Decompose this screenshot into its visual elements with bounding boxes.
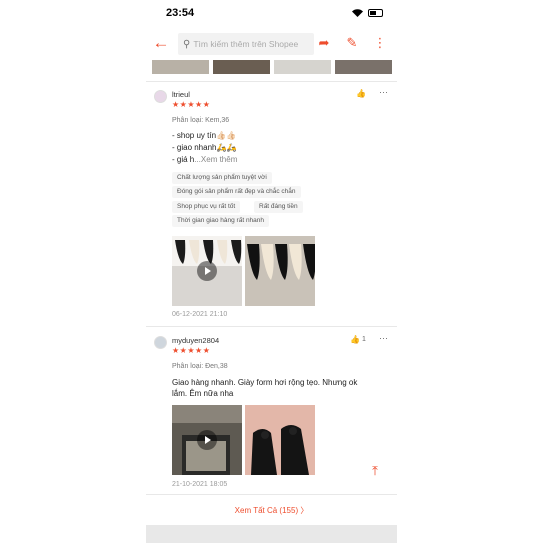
search-placeholder: Tìm kiếm thêm trên Shopee	[193, 39, 299, 49]
review-tag: Shop phục vụ rất tốt	[172, 201, 241, 213]
review-video[interactable]	[172, 405, 242, 475]
edit-icon[interactable]: ✎	[343, 34, 361, 52]
review-thumbnail[interactable]	[213, 60, 270, 74]
avatar[interactable]	[154, 336, 167, 349]
top-bar: ← ⚲ Tìm kiếm thêm trên Shopee ➦ ✎ ⋮	[146, 28, 397, 60]
back-arrow-icon[interactable]: ←	[151, 33, 171, 53]
review-tag: Đóng gói sản phẩm rất đẹp và chắc chắn	[172, 186, 301, 198]
divider	[146, 494, 397, 495]
review-image[interactable]	[245, 236, 315, 306]
comment-line: - giá h...Xem thêm	[172, 155, 238, 164]
see-more-link[interactable]: ...Xem thêm	[194, 155, 237, 164]
share-icon[interactable]: ➦	[315, 34, 333, 52]
review-username: ltrieul	[172, 90, 190, 99]
review-tag: Chất lượng sản phẩm tuyệt vời	[172, 172, 272, 184]
previous-review-images	[152, 60, 392, 74]
rating-stars: ★★★★★	[172, 100, 211, 109]
rating-stars: ★★★★★	[172, 346, 211, 355]
review-tag: Rất đáng tiền	[254, 201, 303, 213]
clock: 23:54	[166, 7, 195, 19]
variant-label: Phân loại: Đen,38	[172, 363, 228, 370]
comment-line: - shop uy tín👍🏻👍🏻	[172, 131, 236, 140]
battery-icon	[368, 9, 383, 17]
review-username: myduyen2804	[172, 336, 220, 345]
review-date: 06-12-2021 21:10	[172, 311, 228, 318]
thumbs-up-icon[interactable]: 👍	[356, 89, 366, 98]
wifi-icon	[352, 9, 363, 17]
review-date: 21-10-2021 18:05	[172, 481, 228, 488]
search-input[interactable]: ⚲ Tìm kiếm thêm trên Shopee	[178, 33, 314, 55]
more-options-icon[interactable]: ···	[379, 87, 388, 97]
see-all-reviews-link[interactable]: Xem Tất Cả (155) 〉	[146, 497, 397, 525]
play-icon[interactable]	[197, 430, 217, 450]
status-bar: 23:54	[146, 0, 397, 28]
review-comment: Giao hàng nhanh. Giày form hơi rộng tẹo.…	[172, 378, 358, 398]
thumbs-up-icon[interactable]: 👍	[350, 335, 360, 344]
more-options-icon[interactable]: ···	[379, 333, 388, 343]
variant-label: Phân loại: Kem,36	[172, 117, 230, 124]
more-vertical-icon[interactable]: ⋮	[371, 34, 389, 52]
phone-screen: 23:54 ← ⚲ Tìm kiếm thêm trên Shopee ➦ ✎ …	[146, 0, 397, 543]
divider	[146, 326, 397, 327]
review-video[interactable]	[172, 236, 242, 306]
review-thumbnail[interactable]	[274, 60, 331, 74]
bottom-bar	[146, 525, 397, 543]
review-tag: Thời gian giao hàng rất nhanh	[172, 215, 270, 227]
search-icon: ⚲	[183, 38, 191, 50]
review-thumbnail[interactable]	[335, 60, 392, 74]
play-icon[interactable]	[197, 261, 217, 281]
review-thumbnail[interactable]	[152, 60, 209, 74]
review-image[interactable]	[245, 405, 315, 475]
comment-line: - giao nhanh🛵🛵	[172, 143, 237, 152]
divider	[146, 81, 397, 82]
avatar[interactable]	[154, 90, 167, 103]
like-count: 1	[362, 336, 366, 343]
scroll-to-top-icon[interactable]: ⤒	[366, 462, 384, 480]
